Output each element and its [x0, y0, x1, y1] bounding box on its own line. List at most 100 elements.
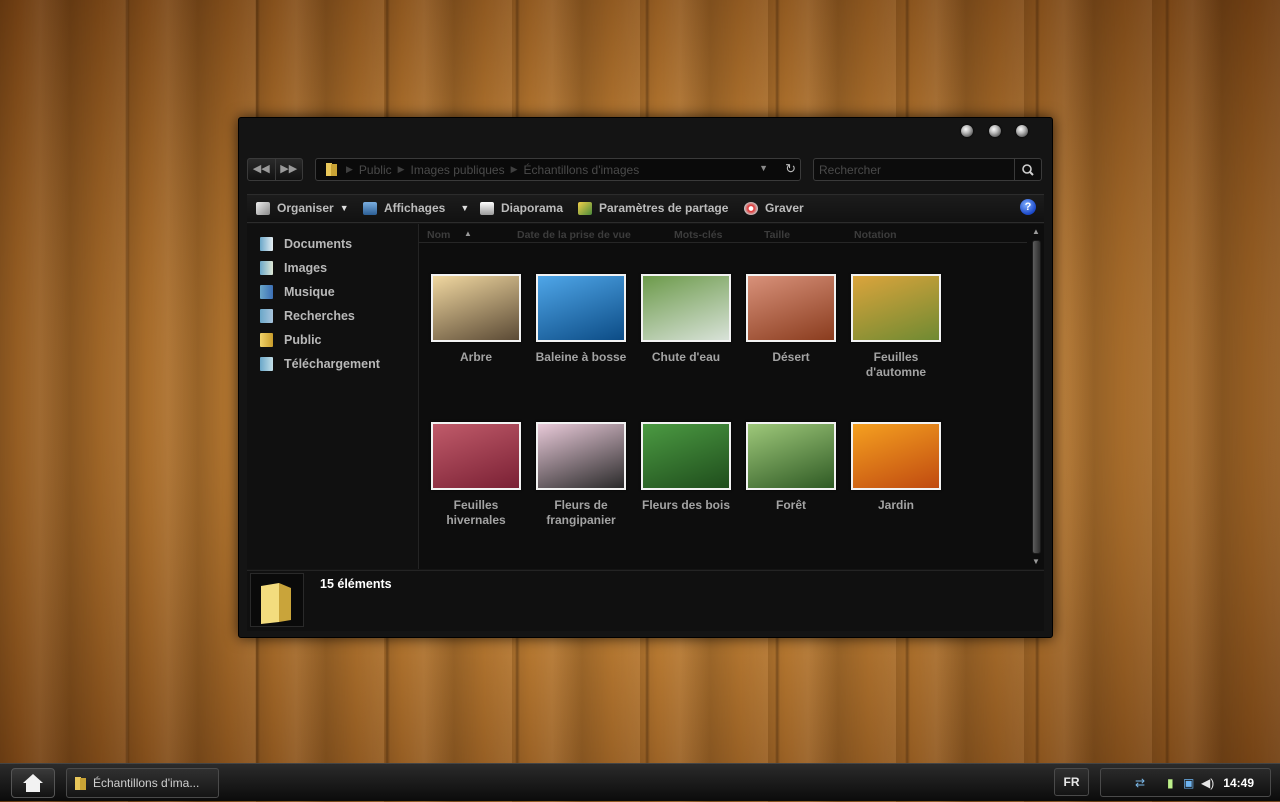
- taskbar-item-explorer[interactable]: Échantillons d'ima...: [66, 768, 219, 798]
- file-view: Nom ▲ Date de la prise de vue Mots-clés …: [419, 224, 1044, 569]
- vertical-scrollbar[interactable]: ▲ ▼: [1028, 224, 1044, 569]
- home-icon: [23, 774, 43, 792]
- folder-icon: [326, 163, 337, 176]
- system-tray: ⇄ ▮ ▣ ◀) 14:49: [1100, 768, 1271, 797]
- folder-icon: [75, 776, 86, 790]
- folder-icon: [261, 583, 291, 624]
- views-label: Affichages: [384, 201, 446, 215]
- file-item[interactable]: Arbre: [423, 274, 529, 365]
- taskbar: Échantillons d'ima... FR ⇄ ▮ ▣ ◀) 14:49: [0, 763, 1280, 801]
- organize-label: Organiser: [277, 201, 334, 215]
- downloads-icon: [260, 357, 273, 371]
- sidebar-item-searches[interactable]: Recherches: [260, 309, 355, 323]
- slideshow-icon: [480, 201, 494, 215]
- file-item[interactable]: Désert: [738, 274, 844, 365]
- file-item[interactable]: Fleurs de frangipanier: [528, 422, 634, 528]
- search-box[interactable]: Rechercher: [813, 158, 1042, 181]
- chevron-right-icon[interactable]: ▶: [511, 164, 518, 175]
- network-activity-icon[interactable]: ⇄: [1135, 776, 1145, 790]
- image-thumbnail: [536, 274, 626, 342]
- music-icon: [260, 285, 273, 299]
- burn-label: Graver: [765, 201, 804, 215]
- file-name: Fleurs des bois: [641, 498, 731, 512]
- organize-icon: [256, 201, 270, 215]
- chevron-down-icon[interactable]: ▼: [759, 163, 768, 173]
- breadcrumb-public-images[interactable]: Images publiques: [411, 163, 505, 177]
- breadcrumb-sample-images[interactable]: Échantillons d'images: [524, 163, 640, 177]
- chevron-right-icon: ▶: [346, 164, 353, 174]
- file-name: Arbre: [459, 350, 492, 364]
- column-name[interactable]: Nom: [427, 229, 450, 241]
- maximize-button[interactable]: [989, 125, 1001, 137]
- image-thumbnail: [641, 422, 731, 490]
- documents-icon: [260, 237, 273, 251]
- share-label: Paramètres de partage: [599, 201, 729, 215]
- file-item[interactable]: Feuilles d'automne: [843, 274, 949, 380]
- file-name: Baleine à bosse: [535, 350, 627, 364]
- sidebar-item-images[interactable]: Images: [260, 261, 327, 275]
- column-header-row: Nom ▲ Date de la prise de vue Mots-clés …: [419, 224, 1027, 243]
- views-button[interactable]: Affichages ▼: [363, 201, 469, 215]
- refresh-icon[interactable]: ↻: [785, 160, 796, 178]
- chevron-down-icon: ▼: [339, 203, 349, 213]
- slideshow-button[interactable]: Diaporama: [480, 201, 563, 215]
- file-item[interactable]: Jardin: [843, 422, 949, 513]
- column-rating[interactable]: Notation: [854, 229, 897, 241]
- sidebar-item-label: Documents: [284, 237, 353, 251]
- chevron-right-icon[interactable]: ▶: [398, 164, 405, 175]
- safely-remove-icon[interactable]: ▮: [1167, 776, 1174, 790]
- address-bar[interactable]: ▶ Public ▶ Images publiques ▶ Échantillo…: [315, 158, 801, 181]
- image-thumbnail: [746, 422, 836, 490]
- sidebar-item-music[interactable]: Musique: [260, 285, 335, 299]
- file-item[interactable]: Forêt: [738, 422, 844, 513]
- search-icon: [1022, 164, 1034, 176]
- organize-button[interactable]: Organiser ▼: [256, 201, 349, 215]
- search-input[interactable]: Rechercher: [819, 163, 881, 177]
- explorer-window: ◀◀ ▶▶ ▶ Public ▶ Images publiques ▶ Écha…: [238, 117, 1053, 638]
- file-name: Désert: [772, 350, 810, 364]
- navigation-pane: Documents Images Musique Recherches Publ…: [247, 224, 419, 569]
- file-item[interactable]: Feuilles hivernales: [423, 422, 529, 528]
- file-item[interactable]: Fleurs des bois: [633, 422, 739, 513]
- file-name: Fleurs de frangipanier: [546, 498, 616, 527]
- file-item[interactable]: Chute d'eau: [633, 274, 739, 365]
- network-icon[interactable]: ▣: [1183, 776, 1194, 790]
- command-bar: Organiser ▼ Affichages ▼ Diaporama Param…: [247, 194, 1044, 223]
- folder-preview: [250, 573, 304, 627]
- forward-icon[interactable]: ▶▶: [274, 159, 303, 180]
- file-name: Forêt: [776, 498, 806, 512]
- file-name: Jardin: [877, 498, 914, 512]
- share-settings-button[interactable]: Paramètres de partage: [578, 201, 728, 215]
- column-tags[interactable]: Mots-clés: [674, 229, 722, 241]
- scrollbar-thumb[interactable]: [1032, 240, 1041, 554]
- images-icon: [260, 261, 273, 275]
- search-button[interactable]: [1014, 159, 1041, 180]
- scroll-down-icon[interactable]: ▼: [1032, 557, 1040, 566]
- minimize-button[interactable]: [961, 125, 973, 137]
- sidebar-item-documents[interactable]: Documents: [260, 237, 352, 251]
- column-date[interactable]: Date de la prise de vue: [517, 229, 631, 241]
- nav-buttons: ◀◀ ▶▶: [247, 158, 303, 181]
- volume-icon[interactable]: ◀): [1201, 776, 1214, 790]
- sidebar-item-public[interactable]: Public: [260, 333, 322, 347]
- column-size[interactable]: Taille: [764, 229, 790, 241]
- burn-button[interactable]: Graver: [744, 201, 804, 215]
- file-name: Chute d'eau: [651, 350, 721, 364]
- help-icon[interactable]: ?: [1020, 199, 1036, 215]
- navigation-bar: ◀◀ ▶▶ ▶ Public ▶ Images publiques ▶ Écha…: [247, 158, 1044, 181]
- scroll-up-icon[interactable]: ▲: [1032, 227, 1040, 236]
- start-button[interactable]: [11, 768, 55, 798]
- file-item[interactable]: Baleine à bosse: [528, 274, 634, 365]
- burn-disc-icon: [744, 201, 758, 215]
- image-thumbnail: [431, 422, 521, 490]
- language-indicator[interactable]: FR: [1054, 768, 1089, 796]
- clock[interactable]: 14:49: [1223, 776, 1254, 790]
- item-count: 15 éléments: [320, 577, 392, 591]
- file-name: Feuilles hivernales: [446, 498, 506, 527]
- sidebar-item-downloads[interactable]: Téléchargement: [260, 357, 380, 371]
- breadcrumb-public[interactable]: Public: [359, 163, 392, 177]
- back-icon[interactable]: ◀◀: [248, 159, 275, 180]
- taskbar-item-label: Échantillons d'ima...: [93, 776, 200, 790]
- close-button[interactable]: [1016, 125, 1028, 137]
- slideshow-label: Diaporama: [501, 201, 564, 215]
